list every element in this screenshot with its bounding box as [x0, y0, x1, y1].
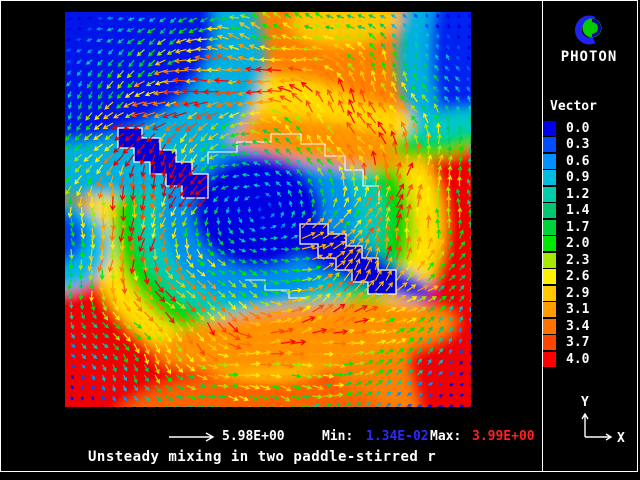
reference-arrow-icon	[168, 430, 220, 444]
legend-value-label: 0.6	[566, 154, 589, 169]
legend-color-swatch	[543, 170, 556, 185]
legend-row: 3.1	[543, 302, 589, 319]
legend-value-label: 2.0	[566, 236, 589, 251]
legend-value-label: 3.1	[566, 302, 589, 317]
min-value: 1.34E-02	[366, 429, 429, 444]
legend-color-swatch	[543, 286, 556, 301]
axis-orientation-icon: Y X	[570, 392, 634, 448]
legend-row: 1.4	[543, 203, 589, 220]
legend-row: 0.6	[543, 153, 589, 170]
legend-value-label: 1.4	[566, 203, 589, 218]
legend-value-label: 3.4	[566, 319, 589, 334]
legend-value-label: 2.9	[566, 286, 589, 301]
legend-rows: 0.00.3 0.60.9 1.21.4 1.72.0 2.32.6 2.93.1 3.43…	[543, 120, 589, 368]
vector-contour-plot	[65, 12, 471, 407]
legend-color-swatch	[543, 137, 556, 152]
axis-x-label: X	[617, 431, 625, 446]
legend-row: 3.4	[543, 318, 589, 335]
min-label: Min:	[322, 429, 353, 444]
legend-row: 3.7	[543, 335, 589, 352]
legend-row: 2.3	[543, 252, 589, 269]
plot-caption: Unsteady mixing in two paddle-stirred r	[88, 449, 436, 465]
legend-color-swatch	[543, 319, 556, 334]
legend-row: 2.9	[543, 285, 589, 302]
legend-color-swatch	[543, 335, 556, 350]
legend-title: Vector	[550, 99, 597, 114]
legend-color-swatch	[543, 352, 556, 367]
max-label: Max:	[430, 429, 461, 444]
max-value: 3.99E+00	[472, 429, 535, 444]
legend-color-swatch	[543, 302, 556, 317]
legend-color-swatch	[543, 154, 556, 169]
legend-value-label: 2.3	[566, 253, 589, 268]
legend-row: 0.9	[543, 170, 589, 187]
legend-color-swatch	[543, 269, 556, 284]
legend-color-swatch	[543, 220, 556, 235]
plot-canvas[interactable]	[65, 12, 471, 407]
axis-y-label: Y	[581, 395, 589, 410]
photon-logo-icon	[571, 13, 605, 47]
legend-value-label: 0.9	[566, 170, 589, 185]
legend-row: 2.0	[543, 236, 589, 253]
contour-layer	[65, 12, 471, 407]
legend-value-label: 3.7	[566, 335, 589, 350]
legend-value-label: 1.2	[566, 187, 589, 202]
legend-color-swatch	[543, 236, 556, 251]
reference-vector-value: 5.98E+00	[222, 429, 285, 444]
legend-row: 2.6	[543, 269, 589, 286]
photon-window: { "app": { "name": "PHOTON" }, "logo": {…	[0, 0, 640, 480]
photon-logo-text: PHOTON	[545, 49, 633, 65]
legend-row: 0.0	[543, 120, 589, 137]
legend-row: 4.0	[543, 351, 589, 368]
legend-row: 1.7	[543, 219, 589, 236]
legend-value-label: 2.6	[566, 269, 589, 284]
legend-value-label: 0.0	[566, 121, 589, 136]
legend-color-swatch	[543, 187, 556, 202]
legend-value-label: 4.0	[566, 352, 589, 367]
legend-row: 1.2	[543, 186, 589, 203]
legend-color-swatch	[543, 203, 556, 218]
legend-value-label: 0.3	[566, 137, 589, 152]
legend-row: 0.3	[543, 137, 589, 154]
legend-color-swatch	[543, 121, 556, 136]
legend-value-label: 1.7	[566, 220, 589, 235]
legend-color-swatch	[543, 253, 556, 268]
